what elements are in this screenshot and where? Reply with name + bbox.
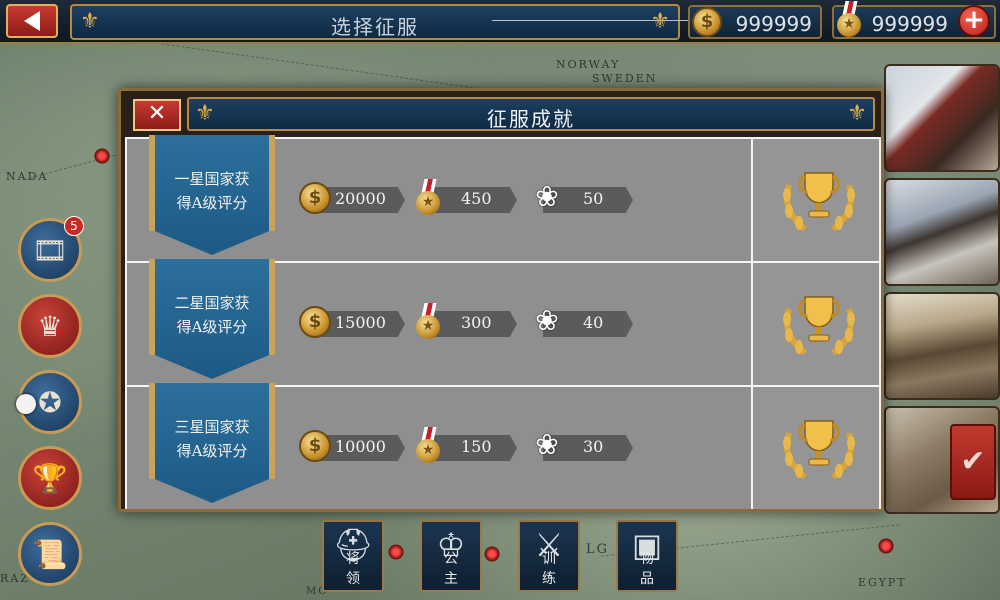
back-arrow-icon [24,11,40,31]
title-plate: ⚜ 选择征服 ⚜ [70,4,688,40]
training-button[interactable]: ⚔ 训练 [518,520,580,592]
achievement-row: 二星国家获 得A级评分 $ 15000 ★ 300 ❀ 40 [127,259,879,385]
medal-reward-value: 300 [461,313,492,332]
add-medals-button[interactable]: + [958,5,990,37]
gold-value: 999999 [735,12,812,36]
map-label-norway: NORWAY [556,58,621,71]
conquest-achievements-modal: ✕ ⚜ 征服成就 ⚜ 一星国家获 得A级评分 $ 20000 ★ 450 ❀ 50 [118,88,884,512]
reward-cell[interactable] [751,263,879,385]
generals-button[interactable]: ⛑ 将领 [322,520,384,592]
reward-cell[interactable] [751,139,879,261]
flower-icon: ❀ [535,428,559,461]
achievement-list: 一星国家获 得A级评分 $ 20000 ★ 450 ❀ 50 二星国家获 得A级… [125,135,881,509]
flower-icon: ❀ [535,304,559,337]
coin-icon: $ [299,430,331,462]
reward-cell[interactable] [751,387,879,509]
scroll-button[interactable]: 📜 [18,522,82,586]
items-button[interactable]: ▣ 物品 [616,520,678,592]
modal-title: 征服成就 [487,107,575,131]
medal-icon: ★ [415,303,443,341]
assistive-touch-dot[interactable] [16,394,36,414]
medal-star-icon: ✪ [38,385,62,419]
gold-reward-value: 10000 [335,437,386,456]
achievement-requirement: 二星国家获 得A级评分 [174,294,250,336]
close-button[interactable]: ✕ [133,99,181,131]
achievement-row: 三星国家获 得A级评分 $ 10000 ★ 150 ❀ 30 [127,383,879,509]
map-label-nada: NADA [6,170,49,183]
princess-label: 公主 [444,551,472,587]
achievement-banner: 一星国家获 得A级评分 [149,135,275,257]
confirm-button[interactable]: ✔ [950,424,996,500]
flower-reward-value: 50 [583,189,604,208]
map-pin[interactable] [388,544,404,560]
generals-label: 将领 [346,551,374,587]
fleur-de-lis-icon: ⚜ [650,9,670,34]
top-bar: ⚜ 选择征服 ⚜ $ 999999 ★ 999999 + [0,0,1000,44]
map-pin[interactable] [878,538,894,554]
map-label-sweden: SWEDEN [592,72,658,85]
video-count-badge: 5 [64,216,84,236]
medal-icon: ★ [836,1,864,39]
trophy-icon: 🏆 [32,461,68,495]
medal-reward-value: 150 [461,437,492,456]
medal-value: 999999 [871,12,948,36]
gold-reward-value: 20000 [335,189,386,208]
coin-icon: $ [692,7,722,37]
training-label: 训练 [542,551,570,587]
gold-counter: $ 999999 [688,5,822,39]
achievement-requirement: 三星国家获 得A级评分 [174,418,250,460]
coin-icon: $ [299,182,331,214]
achievement-banner: 二星国家获 得A级评分 [149,259,275,381]
achievements-button[interactable]: 🏆 [18,446,82,510]
flower-reward-value: 40 [583,313,604,332]
back-button[interactable] [6,4,58,38]
campaign-card-3[interactable] [884,292,1000,400]
achievement-row: 一星国家获 得A级评分 $ 20000 ★ 450 ❀ 50 [127,135,879,261]
trophy-laurel-icon [783,296,855,356]
coin-icon: $ [299,306,331,338]
achievement-requirement: 一星国家获 得A级评分 [174,170,250,212]
trophy-laurel-icon [783,420,855,480]
film-icon: 🎞 [32,233,68,267]
crown-wreath-icon: ♛ [37,309,63,343]
map-pin[interactable] [94,148,110,164]
map-pin[interactable] [484,546,500,562]
fleur-de-lis-icon: ⚜ [847,101,867,126]
modal-title-plate: ⚜ 征服成就 ⚜ [187,97,875,131]
close-icon: ✕ [147,101,167,126]
gold-reward-value: 15000 [335,313,386,332]
flower-icon: ❀ [535,180,559,213]
flower-reward-value: 30 [583,437,604,456]
achievement-banner: 三星国家获 得A级评分 [149,383,275,505]
trophy-laurel-icon [783,172,855,232]
princess-button[interactable]: ♔ 公主 [420,520,482,592]
items-label: 物品 [640,551,668,587]
campaign-card-2[interactable] [884,178,1000,286]
checkmark-icon: ✔ [960,444,986,479]
scroll-icon: 📜 [32,537,68,571]
campaign-card-1[interactable] [884,64,1000,172]
map-label-lg: LG [586,542,610,557]
army-button[interactable]: ♛ [18,294,82,358]
medal-reward-value: 450 [461,189,492,208]
modal-header: ✕ ⚜ 征服成就 ⚜ [125,95,877,133]
map-label-egypt: EGYPT [858,576,907,589]
medal-icon: ★ [415,179,443,217]
medal-icon: ★ [415,427,443,465]
medal-counter: ★ 999999 + [832,1,996,39]
plus-icon: + [963,5,985,35]
page-title: 选择征服 [331,15,419,39]
